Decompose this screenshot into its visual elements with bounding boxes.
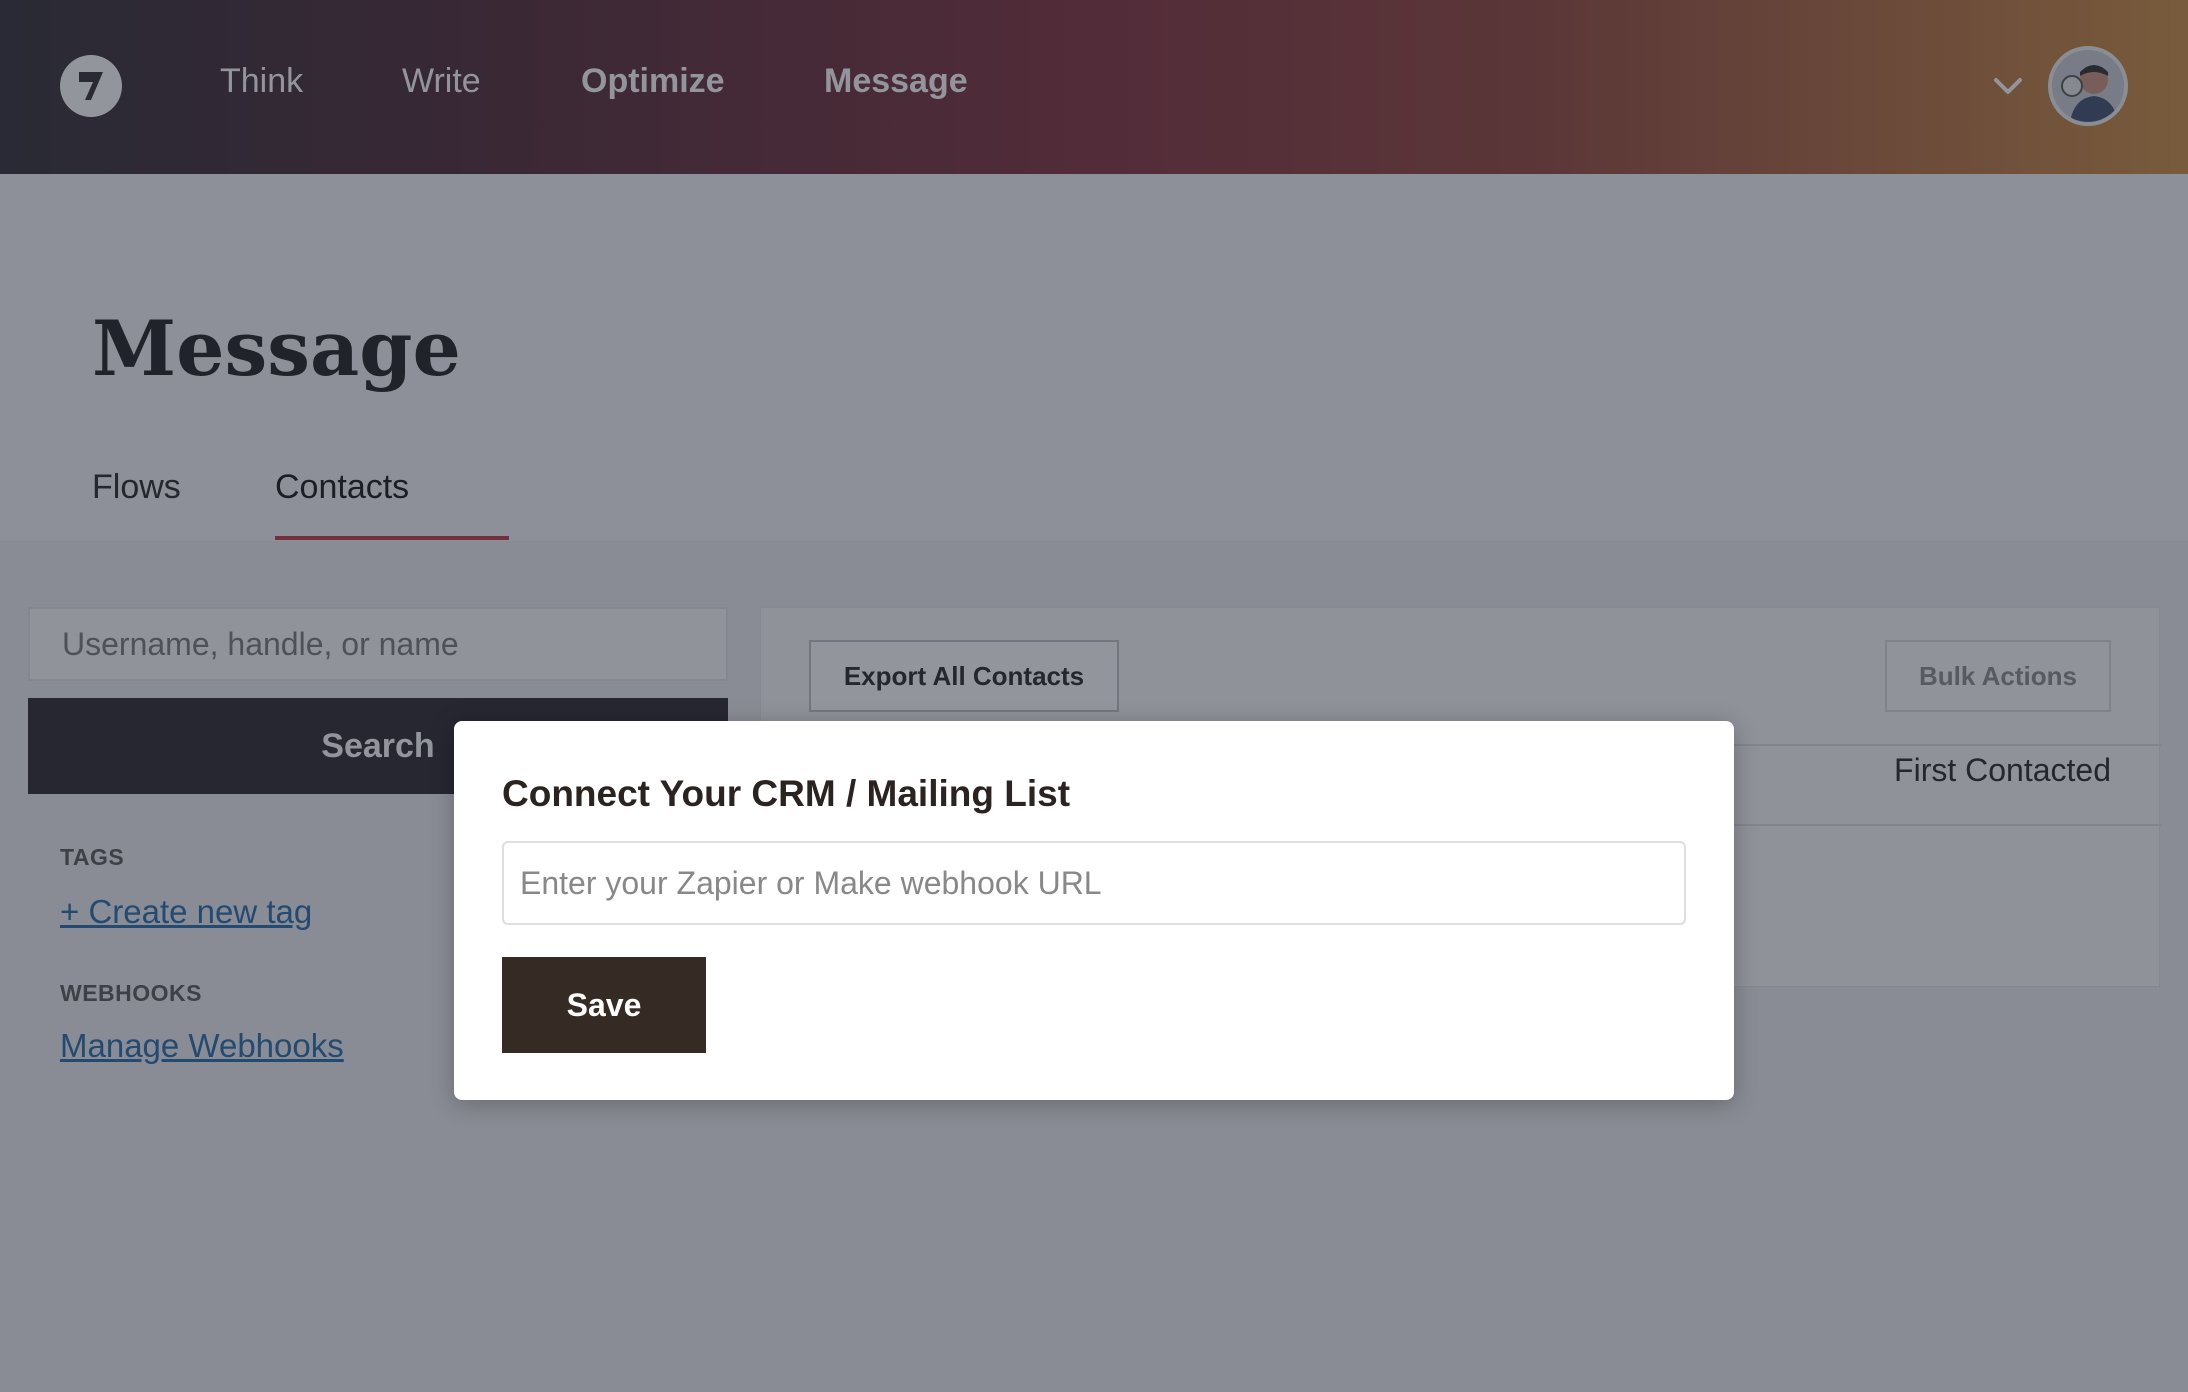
save-button[interactable]: Save bbox=[502, 957, 706, 1053]
webhook-url-input[interactable] bbox=[502, 841, 1686, 925]
modal-overlay[interactable] bbox=[0, 0, 2188, 1392]
modal-title: Connect Your CRM / Mailing List bbox=[502, 773, 1071, 814]
crm-connect-modal: Connect Your CRM / Mailing List Save bbox=[454, 721, 1734, 1100]
